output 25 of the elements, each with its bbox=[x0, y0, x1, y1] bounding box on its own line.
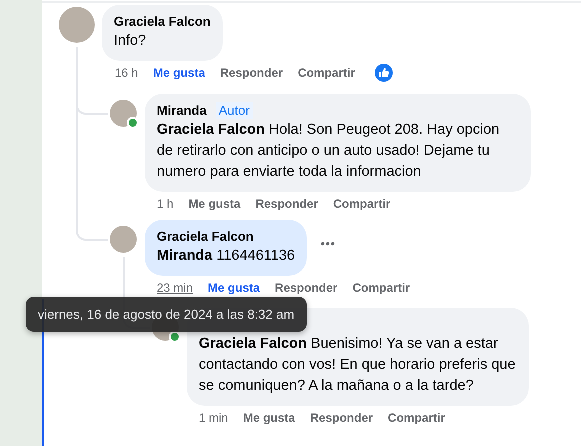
timestamp-tooltip: viernes, 16 de agosto de 2024 a las 8:32 am bbox=[26, 297, 307, 332]
like-link[interactable]: Me gusta bbox=[153, 66, 206, 80]
share-link[interactable]: Compartir bbox=[388, 411, 446, 425]
timestamp-link[interactable]: 23 min bbox=[157, 281, 194, 295]
reply-link[interactable]: Responder bbox=[310, 411, 374, 425]
timestamp-link[interactable]: 1 h bbox=[157, 197, 174, 211]
share-link[interactable]: Compartir bbox=[352, 281, 410, 295]
share-link[interactable]: Compartir bbox=[298, 66, 356, 80]
comment-text: Miranda 1164461136 bbox=[157, 247, 296, 266]
comment-text: Graciela Falcon Buenisimo! Ya se van a estar contactando con vos! En que horario preferis que se comuniquen? A la mañana o a la tarde? bbox=[199, 335, 517, 396]
timestamp-link[interactable]: 16 h bbox=[115, 66, 138, 80]
timestamp-link[interactable]: 1 min bbox=[199, 411, 228, 425]
share-link[interactable]: Compartir bbox=[333, 197, 391, 211]
reply-link[interactable]: Responder bbox=[275, 281, 338, 295]
comment-text: Graciela Falcon Hola! Son Peugeot 208. Hay opcion de retirarlo con anticipo o un auto usado! Dejame tu numero para enviarte toda la informacion bbox=[157, 121, 501, 182]
comment-text: Info? bbox=[114, 32, 148, 51]
author-name[interactable]: Miranda bbox=[157, 102, 207, 118]
author-badge: Autor bbox=[216, 102, 253, 118]
reply-link[interactable]: Responder bbox=[220, 66, 284, 80]
reply-link[interactable]: Responder bbox=[256, 197, 318, 211]
like-link[interactable]: Me gusta bbox=[243, 411, 296, 425]
author-name[interactable]: Graciela Falcon bbox=[114, 14, 211, 28]
like-link[interactable]: Me gusta bbox=[188, 197, 241, 211]
author-name[interactable]: Graciela Falcon bbox=[157, 228, 254, 244]
like-link[interactable]: Me gusta bbox=[208, 281, 260, 295]
